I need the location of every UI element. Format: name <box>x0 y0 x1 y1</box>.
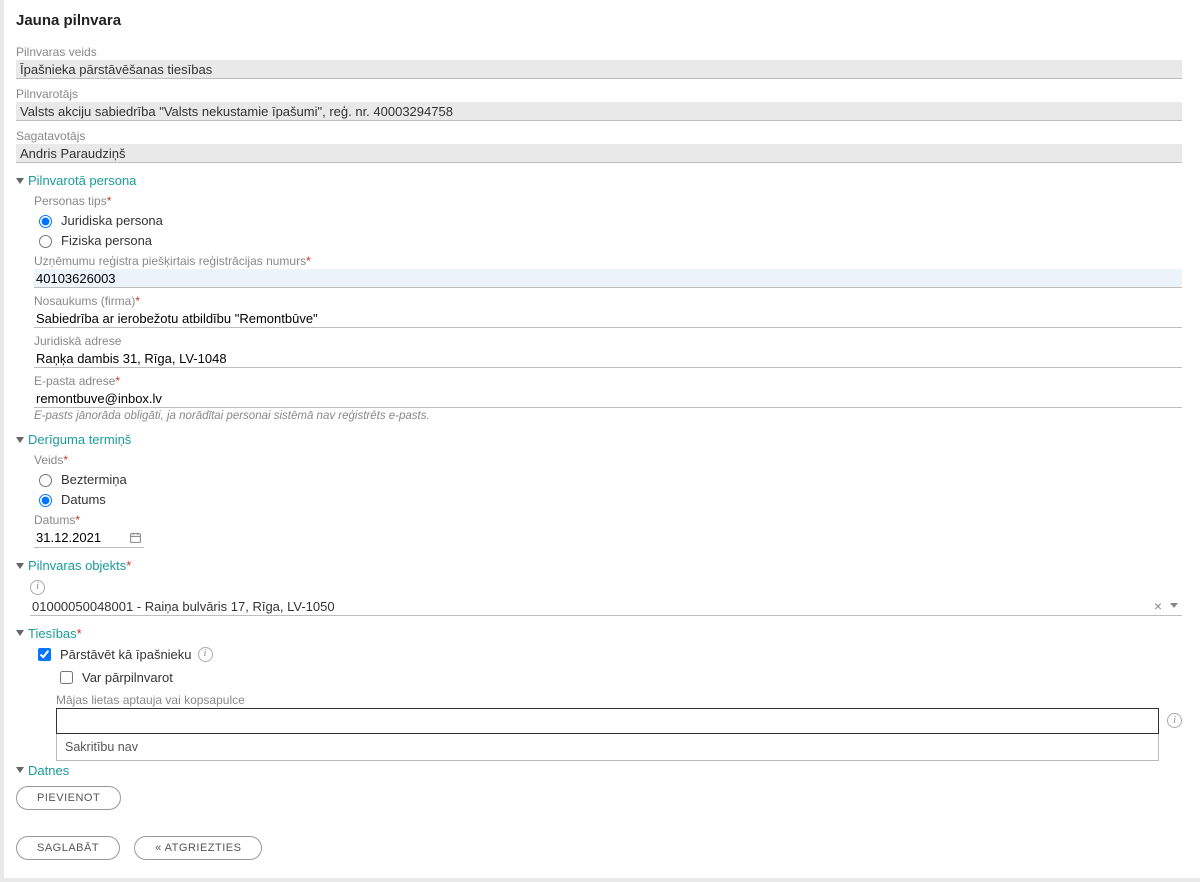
sagatavotajs-value: Andris Paraudziņš <box>16 144 1182 163</box>
nosaukums-input[interactable] <box>34 309 1182 328</box>
radio-fiziska[interactable]: Fiziska persona <box>34 232 1182 248</box>
datums-field[interactable] <box>34 528 144 548</box>
pilnvaras-veids-label: Pilnvaras veids <box>16 45 1182 60</box>
objekts-value: 01000050048001 - Raiņa bulvāris 17, Rīga… <box>30 597 1150 615</box>
section-tiesibas-title: Tiesības <box>28 626 77 641</box>
section-datnes-header[interactable]: Datnes <box>16 763 1182 778</box>
majas-lietas-input[interactable] <box>56 708 1159 734</box>
info-icon[interactable]: i <box>198 647 213 662</box>
save-button[interactable]: Saglabāt <box>16 836 120 860</box>
pilnvaras-veids-value: Īpašnieka pārstāvēšanas tiesības <box>16 60 1182 79</box>
chevron-down-icon <box>16 630 24 636</box>
radio-datums[interactable]: Datums <box>34 491 1182 507</box>
section-datnes-title: Datnes <box>28 763 69 778</box>
pievienot-button[interactable]: Pievienot <box>16 786 121 810</box>
chevron-down-icon <box>16 178 24 184</box>
datums-input[interactable] <box>36 528 128 547</box>
majas-lietas-label: Mājas lietas aptauja vai kopsapulce <box>56 693 1182 707</box>
radio-fiziska-label: Fiziska persona <box>61 233 152 248</box>
chevron-down-icon <box>16 767 24 773</box>
clear-icon[interactable]: × <box>1150 598 1166 614</box>
radio-beztermina[interactable]: Beztermiņa <box>34 471 1182 487</box>
radio-juridiska-label: Juridiska persona <box>61 213 163 228</box>
epasts-input[interactable] <box>34 389 1182 408</box>
pilnvarotajs-value: Valsts akciju sabiedrība "Valsts nekusta… <box>16 102 1182 121</box>
regnr-label: Uzņēmumu reģistra piešķirtais reģistrāci… <box>34 254 306 268</box>
section-persona-header[interactable]: Pilnvarotā persona <box>16 173 1182 188</box>
sagatavotajs-label: Sagatavotājs <box>16 129 1182 144</box>
info-icon[interactable]: i <box>30 580 45 595</box>
section-objekts-title: Pilnvaras objekts <box>28 558 126 573</box>
check-parstavet-label: Pārstāvēt kā īpašnieku <box>60 647 192 662</box>
check-parpilnvarot-label: Var pārpilnvarot <box>82 670 173 685</box>
chevron-down-icon <box>16 437 24 443</box>
info-icon[interactable]: i <box>1167 713 1182 728</box>
section-objekts-header[interactable]: Pilnvaras objekts* <box>16 558 1182 573</box>
section-tiesibas-header[interactable]: Tiesības* <box>16 626 1182 641</box>
radio-beztermina-label: Beztermiņa <box>61 472 127 487</box>
radio-juridiska-input[interactable] <box>39 215 52 228</box>
personas-tips-label: Personas tips <box>34 194 107 208</box>
check-parstavet-input[interactable] <box>38 648 51 661</box>
veids-label: Veids <box>34 453 63 467</box>
back-button[interactable]: « Atgriezties <box>134 836 262 860</box>
epasts-hint: E-pasts jānorāda obligāti, ja norādītai … <box>34 410 1182 422</box>
majas-lietas-nomatch: Sakritību nav <box>56 734 1159 761</box>
check-parpilnvarot-input[interactable] <box>60 671 73 684</box>
epasts-label: E-pasta adrese <box>34 374 115 388</box>
regnr-input[interactable] <box>34 269 1182 288</box>
page-title: Jauna pilnvara <box>16 12 1182 29</box>
section-termins-title: Derīguma termiņš <box>28 432 131 447</box>
radio-beztermina-input[interactable] <box>39 474 52 487</box>
radio-fiziska-input[interactable] <box>39 235 52 248</box>
calendar-icon[interactable] <box>128 531 142 545</box>
section-persona-title: Pilnvarotā persona <box>28 173 136 188</box>
nosaukums-label: Nosaukums (firma) <box>34 294 135 308</box>
radio-datums-label: Datums <box>61 492 106 507</box>
adrese-input[interactable] <box>34 349 1182 368</box>
radio-juridiska[interactable]: Juridiska persona <box>34 212 1182 228</box>
pilnvarotajs-label: Pilnvarotājs <box>16 87 1182 102</box>
chevron-down-icon <box>16 563 24 569</box>
chevron-down-icon[interactable] <box>1170 603 1178 608</box>
radio-datums-input[interactable] <box>39 494 52 507</box>
adrese-label: Juridiskā adrese <box>34 334 1182 348</box>
check-parstavet[interactable]: Pārstāvēt kā īpašnieku i <box>34 645 1182 664</box>
objekts-select[interactable]: 01000050048001 - Raiņa bulvāris 17, Rīga… <box>30 597 1182 616</box>
datums-label: Datums <box>34 513 75 527</box>
check-parpilnvarot[interactable]: Var pārpilnvarot <box>56 668 1182 687</box>
section-termins-header[interactable]: Derīguma termiņš <box>16 432 1182 447</box>
